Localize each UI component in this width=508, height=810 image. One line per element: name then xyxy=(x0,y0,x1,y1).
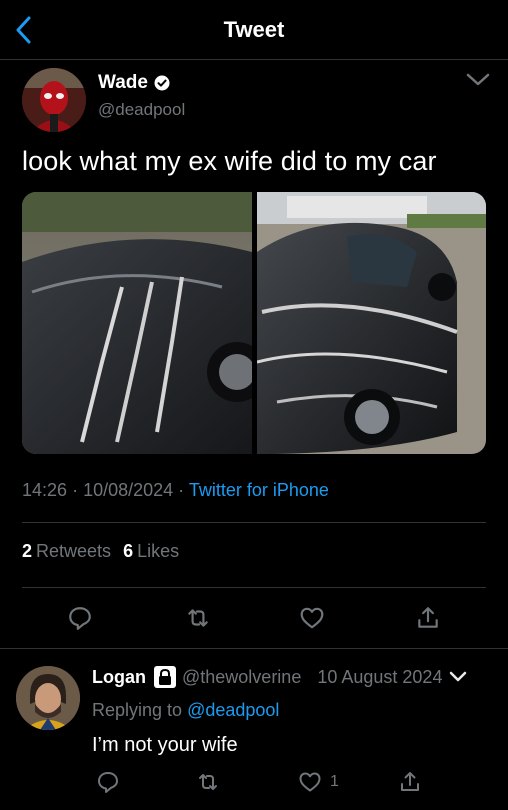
tweet-actions xyxy=(22,600,486,636)
tweet-media xyxy=(22,192,486,454)
thread-divider xyxy=(0,648,508,649)
tweet-options-button[interactable] xyxy=(464,70,492,92)
reply-share-button[interactable] xyxy=(398,768,422,796)
likes-label: Likes xyxy=(137,541,180,561)
reply-like-count: 1 xyxy=(330,773,339,790)
media-image-left[interactable] xyxy=(22,192,252,454)
like-button[interactable] xyxy=(298,604,326,632)
tweet-stats: 2 Retweets 6 Likes xyxy=(22,541,179,562)
stats-divider xyxy=(22,587,486,588)
likes-stat[interactable]: 6 Likes xyxy=(123,541,179,562)
reply-date: 10 August 2024 xyxy=(317,666,443,687)
author-name[interactable]: Wade xyxy=(98,72,170,94)
replying-prefix: Replying to xyxy=(92,700,183,720)
share-icon xyxy=(418,607,438,628)
top-bar-divider xyxy=(0,59,508,60)
media-image-right[interactable] xyxy=(256,192,486,454)
reply-retweet-button[interactable] xyxy=(196,768,220,796)
meta-separator: · xyxy=(72,480,84,500)
author-name-text: Wade xyxy=(98,72,148,93)
meta-divider xyxy=(22,522,486,523)
protected-lock xyxy=(154,666,176,688)
reply-button[interactable] xyxy=(66,604,94,632)
chevron-down-icon xyxy=(450,671,467,682)
top-bar: Tweet xyxy=(0,0,508,60)
likes-count: 6 xyxy=(123,541,134,561)
reply-author-avatar[interactable] xyxy=(16,666,80,730)
tweet-date: 10/08/2024 xyxy=(83,480,174,500)
replying-mention[interactable]: @deadpool xyxy=(187,700,279,720)
reply-reply-button[interactable] xyxy=(96,768,120,796)
like-icon xyxy=(299,772,321,792)
replying-to: Replying to @deadpool xyxy=(92,700,279,721)
tweet-author: Wade @deadpool xyxy=(22,68,492,134)
retweet-icon xyxy=(199,774,217,790)
reply-text: I’m not your wife xyxy=(92,734,238,756)
retweet-icon xyxy=(188,609,208,627)
tweet-meta: 14:26 · 10/08/2024 · Twitter for iPhone xyxy=(22,480,329,501)
chevron-down-icon xyxy=(466,73,490,86)
like-icon xyxy=(300,607,324,629)
reply-author-name[interactable]: Logan xyxy=(92,667,146,688)
tweet-time: 14:26 xyxy=(22,480,68,500)
reply-icon xyxy=(69,607,91,630)
reply-author-handle[interactable]: @thewolverine xyxy=(182,667,301,688)
reply-options-button[interactable] xyxy=(448,669,468,685)
page-title: Tweet xyxy=(223,17,285,42)
reply-actions: 1 xyxy=(92,768,492,798)
share-button[interactable] xyxy=(414,604,442,632)
verified-badge-icon xyxy=(154,75,170,91)
reply-header: Logan @thewolverine 10 August 2024 xyxy=(92,666,468,688)
share-icon xyxy=(401,772,419,791)
tweet-source[interactable]: Twitter for iPhone xyxy=(189,480,329,500)
tweet-text: look what my ex wife did to my car xyxy=(22,146,437,176)
meta-separator: · xyxy=(178,480,189,500)
retweets-label: Retweets xyxy=(36,541,112,561)
author-handle[interactable]: @deadpool xyxy=(98,100,185,120)
lock-icon xyxy=(154,666,176,688)
reply-like-button[interactable]: 1 xyxy=(298,768,339,796)
retweets-count: 2 xyxy=(22,541,33,561)
author-avatar[interactable] xyxy=(22,68,86,132)
retweet-button[interactable] xyxy=(184,604,212,632)
retweets-stat[interactable]: 2 Retweets xyxy=(22,541,111,562)
reply-icon xyxy=(98,772,118,793)
reply-tweet[interactable]: Logan @thewolverine 10 August 2024 Reply… xyxy=(0,650,508,810)
